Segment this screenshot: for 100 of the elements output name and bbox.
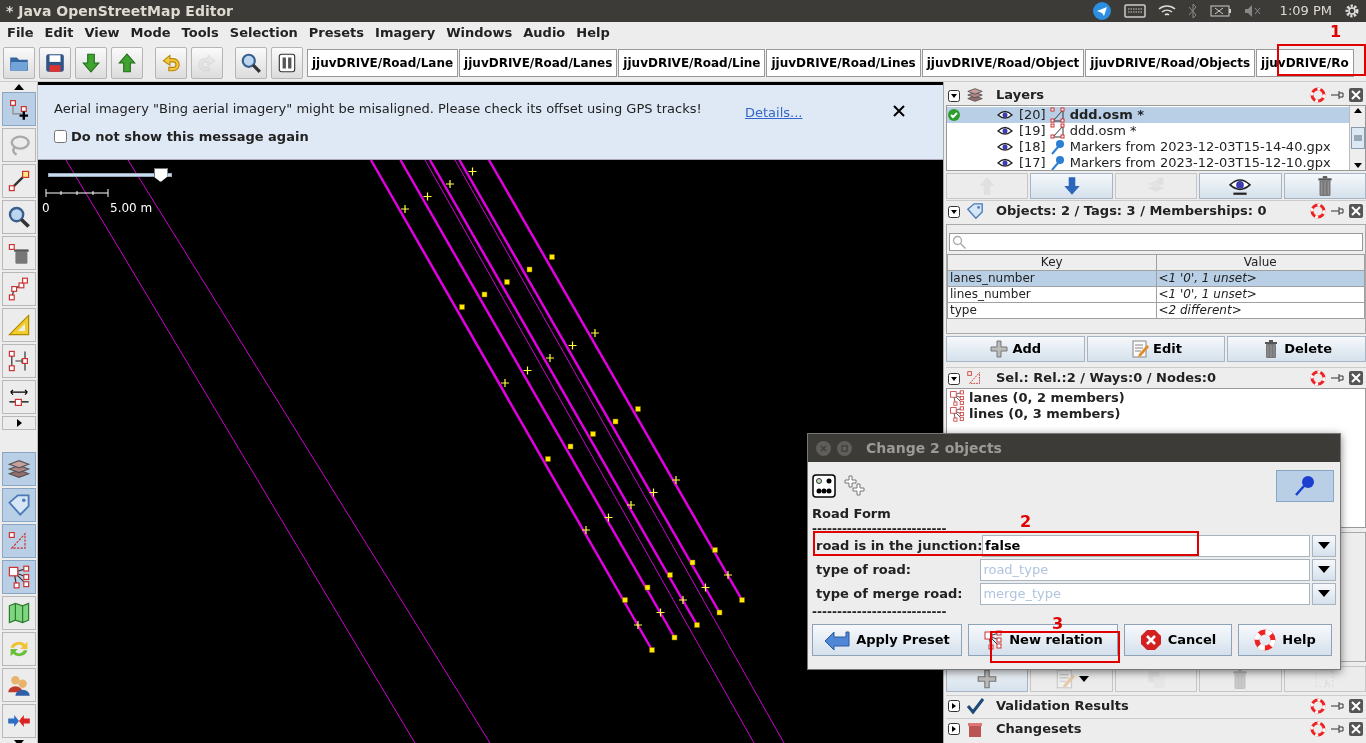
caret-icon [1318, 566, 1331, 573]
combo-field[interactable]: road_type [980, 558, 1311, 581]
combo-field[interactable]: false [982, 534, 1311, 557]
menu-item[interactable]: Presets [303, 23, 371, 43]
dialog-toggle-button[interactable] [1, 704, 36, 738]
dialog-toggle-button[interactable] [1, 488, 36, 522]
layer-action-button[interactable] [1199, 173, 1282, 199]
toolbar-button[interactable] [111, 46, 143, 79]
dialog-button[interactable]: Help [1238, 623, 1332, 656]
tag-action-button[interactable]: Delete [1227, 336, 1366, 362]
dialog-toggle-button[interactable] [1, 668, 36, 702]
toolbar-button[interactable] [39, 46, 71, 79]
mode-button[interactable] [1, 92, 36, 126]
menu-item[interactable]: Mode [125, 23, 177, 43]
toolbar-button[interactable] [235, 46, 267, 79]
tag-icon [6, 493, 31, 517]
join-ways-icon [6, 349, 31, 373]
dropdown-button[interactable] [1312, 558, 1336, 581]
column-header[interactable]: Value [1156, 254, 1365, 271]
scale-label: 5.00 m [110, 200, 153, 217]
menu-item[interactable]: Tools [176, 23, 225, 43]
caret-icon [1079, 676, 1090, 682]
wifi-icon [1157, 4, 1176, 18]
close-icon [1348, 87, 1364, 103]
dialog-toggle-button[interactable] [1, 452, 36, 486]
search-icon [952, 235, 966, 249]
preset-button[interactable]: jjuvDRIVE/Road/Lines [766, 48, 921, 77]
notification-message: Aerial imagery "Bing aerial imagery" might be misaligned. Please check its offset using GPS tracks! [54, 100, 702, 118]
layer-action-button[interactable] [1030, 173, 1113, 199]
details-link[interactable]: Details... [745, 103, 803, 123]
mode-button[interactable] [1, 164, 36, 198]
add-tags-icon [844, 475, 866, 497]
layer-number: [19] [1019, 122, 1046, 141]
checkbox[interactable] [54, 129, 67, 143]
field-label: type of road: [815, 560, 913, 579]
close-icon [1348, 697, 1364, 714]
edit-icon [1054, 668, 1077, 690]
preset-button[interactable]: jjuvDRIVE/Road/Object [921, 48, 1085, 77]
panel-title: Objects: 2 / Tags: 3 / Memberships: 0 [996, 202, 1267, 221]
dropdown-button[interactable] [1312, 534, 1336, 557]
duplicate-icon [1145, 668, 1167, 690]
toolbar-button[interactable] [75, 46, 107, 79]
dialog-toggle-button[interactable] [1, 560, 36, 594]
dropdown-button[interactable] [1312, 582, 1336, 605]
preset-button[interactable]: jjuvDRIVE/Road/Lane [307, 48, 459, 77]
window-title: * Java OpenStreetMap Editor [6, 1, 233, 21]
undo-icon [160, 51, 182, 74]
preset-button[interactable]: jjuvDRIVE/Road/Lanes [459, 48, 618, 77]
panel-title: Layers [996, 86, 1045, 105]
help-icon [1310, 720, 1326, 737]
menu-item[interactable]: Audio [518, 23, 572, 43]
mode-button[interactable] [1, 272, 36, 306]
preset-button[interactable]: jjuvDRIVE/Road/Line [618, 48, 766, 77]
tag-action-button[interactable]: Add [946, 336, 1085, 362]
relation-icon [983, 629, 1004, 650]
menu-item[interactable]: Selection [224, 23, 304, 43]
tag-icon [966, 202, 984, 220]
tag-value[interactable]: <1 '0', 1 unset> [1156, 286, 1365, 303]
checkmark-icon [966, 696, 984, 715]
tag-action-button[interactable]: Edit [1086, 336, 1226, 362]
collapse-icon [948, 89, 960, 102]
toolbar-button[interactable] [3, 46, 35, 79]
dialog-toggle-button[interactable] [1, 596, 36, 630]
dialog-toggle-button[interactable] [1, 632, 36, 666]
annotation-number: 2 [1020, 511, 1032, 533]
menu-item[interactable]: Edit [39, 23, 80, 43]
layer-row[interactable]: [20] ddd.osm * [947, 107, 1349, 123]
dialog-toggle-button[interactable] [1, 524, 36, 558]
column-header[interactable]: Key [947, 254, 1156, 271]
search-field[interactable] [949, 233, 1363, 251]
menu-item[interactable]: View [79, 23, 126, 43]
mode-button[interactable] [1, 200, 36, 234]
preset-button[interactable]: jjuvDRIVE/Road/Objects [1085, 48, 1256, 77]
field-label: road is in the junction: [815, 536, 982, 555]
menu-item[interactable]: Imagery [370, 23, 442, 43]
layer-name: ddd.osm * [1069, 106, 1145, 125]
pin-button[interactable] [1276, 470, 1334, 502]
eye-icon [997, 109, 1013, 121]
tag-value[interactable]: <2 different> [1156, 302, 1365, 319]
speaker-muted-icon [1243, 4, 1262, 18]
relation-preset-icon [812, 474, 836, 498]
menu-item[interactable]: Windows [441, 23, 519, 43]
mode-button[interactable] [1, 380, 36, 414]
tag-key[interactable]: lines_number [947, 286, 1156, 303]
toolbar-button[interactable] [271, 46, 303, 79]
clock-time: 1:09 PM [1279, 2, 1332, 21]
help-icon [1310, 87, 1326, 103]
combo-field[interactable]: merge_type [980, 582, 1311, 605]
layer-row[interactable]: [18] Markers from 2023-12-03T15-14-40.gpx [947, 139, 1349, 155]
tag-key[interactable]: type [947, 302, 1156, 319]
layer-row[interactable]: [17] Markers from 2023-12-03T15-12-10.gpx [947, 155, 1349, 170]
plus-icon [989, 339, 1010, 359]
dialog-button[interactable]: Apply Preset [812, 623, 962, 656]
maximize-icon [841, 444, 848, 452]
help-icon [1310, 697, 1326, 714]
collapse-icon [948, 205, 960, 218]
menu-item[interactable]: File [2, 23, 40, 43]
dialog-button[interactable]: Cancel [1124, 623, 1232, 656]
layer-row[interactable]: [19] ddd.osm * [947, 123, 1349, 139]
menu-item[interactable]: Help [571, 23, 616, 43]
